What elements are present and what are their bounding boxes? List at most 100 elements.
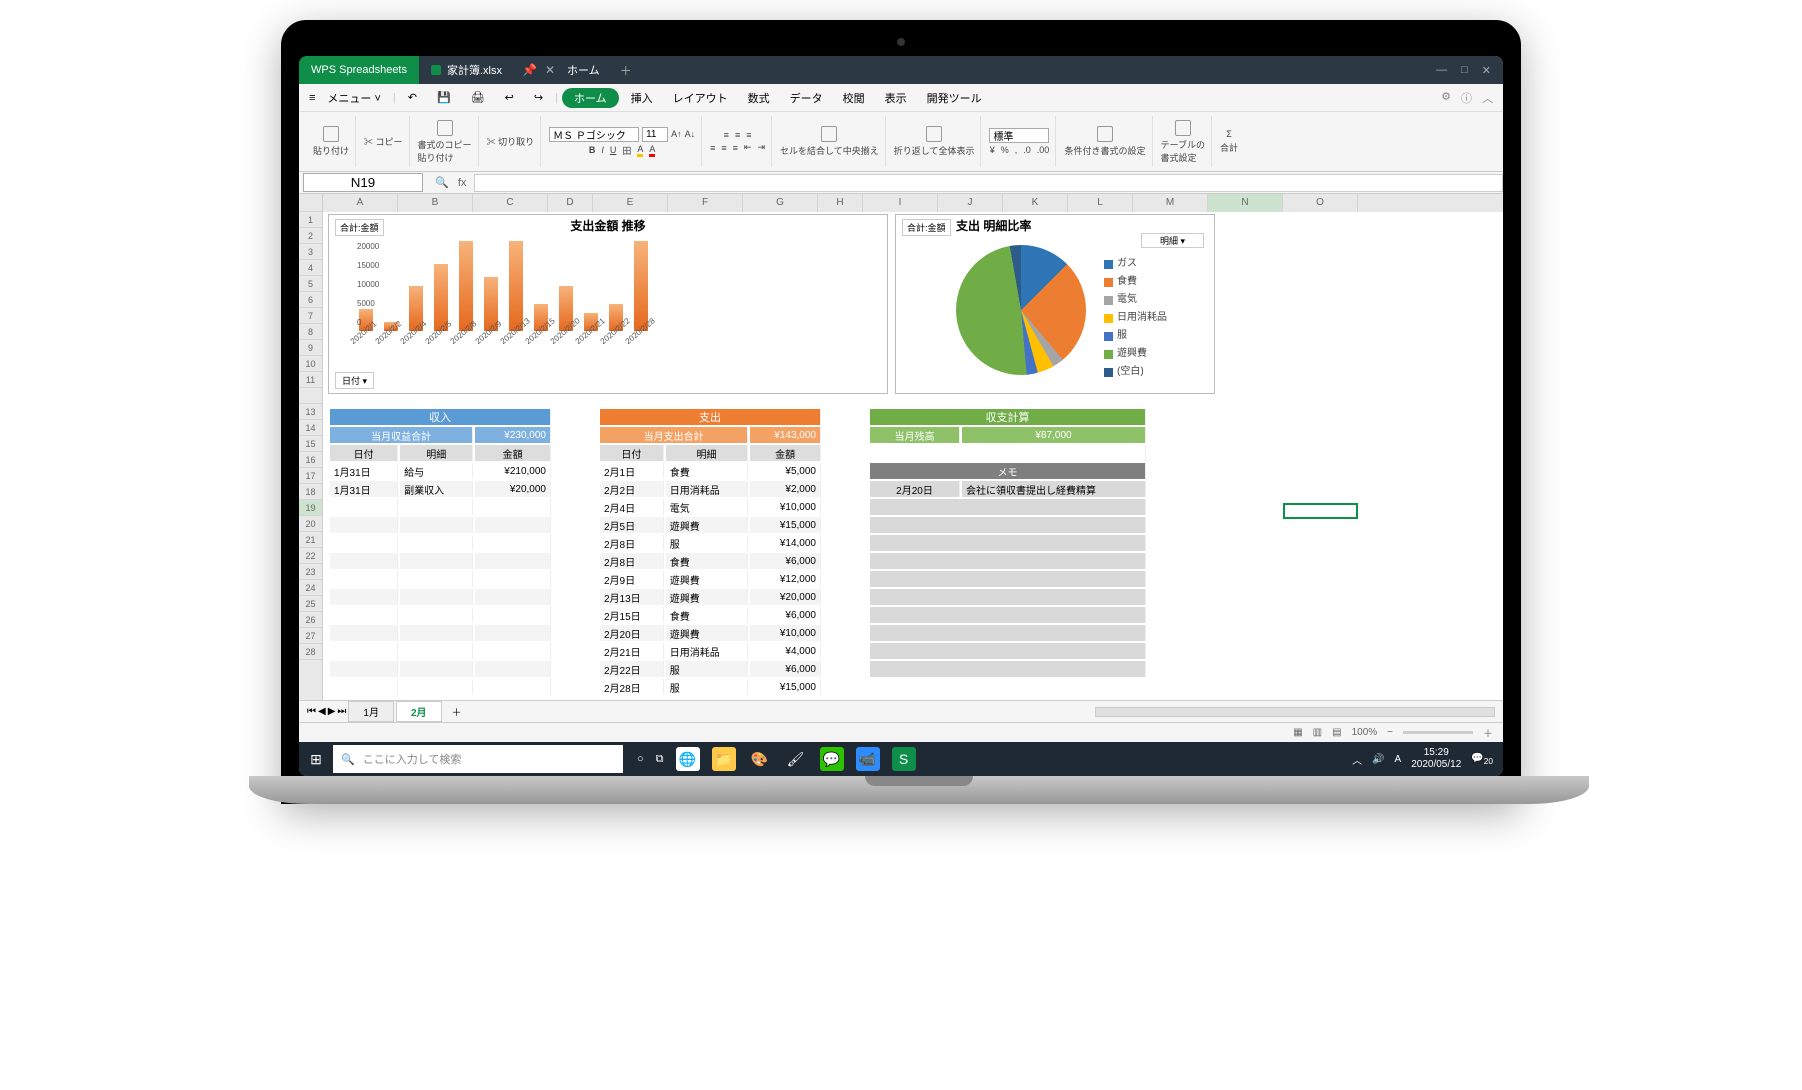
cond-format-icon[interactable] bbox=[1097, 126, 1113, 142]
indent-dec-icon[interactable]: ⇤ bbox=[744, 142, 752, 153]
border-icon[interactable]: 田 bbox=[622, 144, 631, 157]
menu-data[interactable]: データ bbox=[782, 88, 831, 108]
bar-chart[interactable]: 合計:金額 支出金額 推移 20000150001000050000 2020/… bbox=[328, 214, 888, 394]
zoom-out-icon[interactable]: − bbox=[1387, 727, 1393, 738]
italic-icon[interactable]: I bbox=[601, 145, 604, 155]
sheet-tab-1[interactable]: 1月 bbox=[348, 701, 394, 722]
font-size[interactable] bbox=[642, 127, 668, 142]
tab-pin-icon[interactable]: 📌 bbox=[522, 63, 537, 77]
cut-button[interactable]: ✂ 切り取り bbox=[487, 135, 535, 148]
fill-color-icon[interactable]: A bbox=[637, 144, 643, 157]
tab-nav-prev-icon[interactable]: ◀ bbox=[318, 706, 326, 717]
cell-reference[interactable] bbox=[303, 173, 423, 192]
align-right-icon[interactable]: ≡ bbox=[733, 143, 738, 153]
menu-review[interactable]: 校閲 bbox=[835, 88, 873, 108]
start-icon[interactable]: ⊞ bbox=[299, 751, 333, 768]
pie-legend-filter[interactable]: 明細 ▾ bbox=[1141, 233, 1204, 248]
clock[interactable]: 15:292020/05/12 bbox=[1411, 747, 1461, 771]
fx-icon[interactable]: 🔍 fx bbox=[427, 176, 474, 189]
copy-button[interactable]: ✂ コピー bbox=[364, 135, 403, 148]
row-headers[interactable]: 1234567891011131415161718192021222324252… bbox=[299, 194, 323, 700]
window-minimize-icon[interactable]: — bbox=[1436, 64, 1447, 77]
view-normal-icon[interactable]: ▦ bbox=[1293, 727, 1302, 738]
menu-insert[interactable]: 挿入 bbox=[623, 88, 661, 108]
menu-home[interactable]: ホーム bbox=[562, 88, 619, 108]
menu-icon[interactable]: ≡ bbox=[309, 92, 315, 104]
pie-chart[interactable]: 合計:金額 支出 明細比率 明細 ▾ ガス食費電気日用消耗品服遊興費(空白) bbox=[895, 214, 1215, 394]
cortana-icon[interactable]: ○ bbox=[637, 753, 644, 765]
menu-view[interactable]: 表示 bbox=[877, 88, 915, 108]
font-color-icon[interactable]: A bbox=[649, 144, 655, 157]
formula-input[interactable] bbox=[474, 174, 1503, 192]
zoom-icon[interactable]: 📹 bbox=[856, 747, 880, 771]
qat-undo-icon[interactable]: ↩ bbox=[497, 89, 522, 106]
menu-formula[interactable]: 数式 bbox=[740, 88, 778, 108]
wrap-icon[interactable] bbox=[926, 126, 942, 142]
app-icon-2[interactable]: 🖌 bbox=[784, 747, 808, 771]
paste-icon[interactable] bbox=[323, 126, 339, 142]
taskview-icon[interactable]: ⧉ bbox=[656, 753, 664, 766]
taskbar-search[interactable]: 🔍 ここに入力して検索 bbox=[333, 745, 623, 773]
add-sheet-icon[interactable]: ＋ bbox=[444, 704, 470, 719]
align-top-icon[interactable]: ≡ bbox=[724, 130, 729, 140]
volume-icon[interactable]: 🔊 bbox=[1372, 754, 1384, 765]
qat-redo-icon[interactable]: ↪ bbox=[526, 89, 551, 106]
table-format-icon[interactable] bbox=[1175, 120, 1191, 136]
sum-icon[interactable]: Σ bbox=[1226, 129, 1232, 139]
ime-icon[interactable]: A bbox=[1395, 754, 1402, 765]
underline-icon[interactable]: U bbox=[610, 145, 617, 155]
h-scrollbar[interactable] bbox=[1095, 707, 1495, 717]
zoom-slider[interactable] bbox=[1403, 731, 1473, 734]
zoom-in-icon[interactable]: ＋ bbox=[1483, 725, 1493, 740]
font-select[interactable] bbox=[549, 127, 639, 142]
notification-icon[interactable]: 💬20 bbox=[1471, 753, 1493, 766]
selected-cell[interactable] bbox=[1283, 503, 1358, 519]
tray-up-icon[interactable]: ︿ bbox=[1352, 752, 1362, 767]
percent-icon[interactable]: % bbox=[1001, 145, 1009, 155]
chart-date-filter[interactable]: 日付 ▾ bbox=[335, 372, 374, 389]
wps-icon[interactable]: S bbox=[892, 747, 916, 771]
sheet-tab-2[interactable]: 2月 bbox=[396, 701, 442, 722]
wechat-icon[interactable]: 💬 bbox=[820, 747, 844, 771]
view-break-icon[interactable]: ▤ bbox=[1332, 727, 1341, 738]
menu-layout[interactable]: レイアウト bbox=[665, 88, 736, 108]
font-shrink-icon[interactable]: A↓ bbox=[685, 129, 696, 139]
tab-nav-next-icon[interactable]: ▶ bbox=[328, 706, 336, 717]
settings-icon[interactable]: ⚙ bbox=[1441, 90, 1451, 106]
qat-save-icon[interactable]: 💾 bbox=[429, 89, 459, 106]
column-headers[interactable]: ABCDEFGHIJKLMNO bbox=[323, 194, 1503, 212]
window-close-icon[interactable]: ✕ bbox=[1482, 64, 1491, 77]
currency-icon[interactable]: ¥ bbox=[990, 145, 995, 155]
tab-nav-first-icon[interactable]: ⏮ bbox=[307, 706, 316, 717]
file-tab[interactable]: 家計簿.xlsx bbox=[419, 62, 514, 78]
explorer-icon[interactable]: 📁 bbox=[712, 747, 736, 771]
qat-back-icon[interactable]: ↶ bbox=[400, 89, 425, 106]
font-grow-icon[interactable]: A↑ bbox=[671, 129, 682, 139]
collapse-ribbon-icon[interactable]: ︿ bbox=[1482, 90, 1493, 106]
number-format[interactable] bbox=[989, 128, 1049, 143]
chrome-icon[interactable]: 🌐 bbox=[676, 747, 700, 771]
home-tab[interactable]: ホーム bbox=[555, 62, 612, 78]
indent-inc-icon[interactable]: ⇥ bbox=[757, 142, 765, 153]
dec-inc-icon[interactable]: .0 bbox=[1023, 145, 1031, 155]
new-tab-icon[interactable]: ＋ bbox=[620, 62, 632, 79]
view-page-icon[interactable]: ▥ bbox=[1313, 727, 1322, 738]
menu-devtools[interactable]: 開発ツール bbox=[919, 88, 990, 108]
dec-dec-icon[interactable]: .00 bbox=[1037, 145, 1050, 155]
tab-close-icon[interactable]: ✕ bbox=[545, 63, 555, 77]
menu-dropdown[interactable]: メニュー ˅ bbox=[319, 88, 388, 108]
align-left-icon[interactable]: ≡ bbox=[710, 143, 715, 153]
align-mid-icon[interactable]: ≡ bbox=[735, 130, 740, 140]
merge-icon[interactable] bbox=[821, 126, 837, 142]
format-painter-icon[interactable] bbox=[437, 120, 453, 136]
app-icon-1[interactable]: 🎨 bbox=[748, 747, 772, 771]
align-bot-icon[interactable]: ≡ bbox=[746, 130, 751, 140]
tab-nav-last-icon[interactable]: ⏭ bbox=[337, 706, 346, 717]
cells-area[interactable]: 合計:金額 支出金額 推移 20000150001000050000 2020/… bbox=[323, 212, 1503, 700]
qat-print-icon[interactable]: 🖨 bbox=[463, 89, 493, 106]
align-center-icon[interactable]: ≡ bbox=[721, 143, 726, 153]
comma-icon[interactable]: , bbox=[1015, 145, 1018, 155]
window-maximize-icon[interactable]: □ bbox=[1461, 64, 1468, 77]
help-icon[interactable]: ⓘ bbox=[1461, 90, 1472, 106]
bold-icon[interactable]: B bbox=[589, 145, 596, 155]
